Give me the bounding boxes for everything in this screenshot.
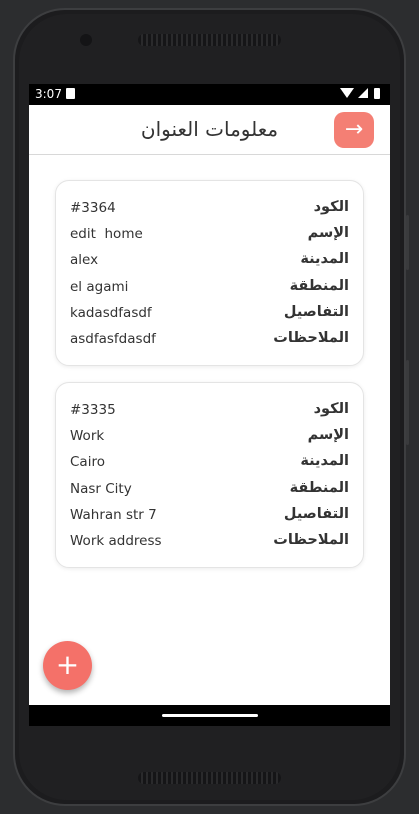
- address-card[interactable]: #3364 الكود edit home الإسم alex المدينة…: [55, 180, 364, 366]
- city-value: alex: [70, 252, 99, 268]
- name-value: Work: [70, 428, 105, 444]
- city-value: Cairo: [70, 454, 105, 470]
- notes-value: Work address: [70, 533, 162, 549]
- notes-label: الملاحظات: [273, 330, 349, 346]
- arrow-right-icon: →: [344, 117, 364, 142]
- top-speaker: [138, 34, 281, 46]
- city-row: Cairo المدينة: [56, 452, 363, 474]
- city-row: alex المدينة: [56, 250, 363, 272]
- plus-icon: +: [55, 648, 80, 681]
- screen: 3:07 معلومات العنوان → #3364 الكود edit …: [29, 84, 390, 726]
- wifi-icon: [340, 88, 354, 98]
- name-row: Work الإسم: [56, 426, 363, 448]
- city-label: المدينة: [300, 453, 349, 469]
- sd-card-icon: [66, 88, 75, 99]
- code-row: #3364 الكود: [56, 198, 363, 220]
- code-value: #3335: [70, 402, 116, 418]
- name-row: edit home الإسم: [56, 224, 363, 246]
- city-label: المدينة: [300, 251, 349, 267]
- back-button[interactable]: →: [334, 112, 374, 148]
- code-value: #3364: [70, 200, 116, 216]
- name-label: الإسم: [307, 225, 349, 241]
- area-label: المنطقة: [289, 480, 349, 496]
- details-label: التفاصيل: [283, 506, 349, 522]
- notes-value: asdfasfdasdf: [70, 331, 156, 347]
- home-gesture-handle[interactable]: [162, 714, 258, 717]
- details-value: Wahran str 7: [70, 507, 157, 523]
- front-camera: [80, 34, 92, 46]
- bottom-speaker: [138, 772, 281, 784]
- details-value: kadasdfasdf: [70, 305, 152, 321]
- volume-button: [406, 215, 409, 270]
- code-row: #3335 الكود: [56, 400, 363, 422]
- address-card[interactable]: #3335 الكود Work الإسم Cairo المدينة Nas…: [55, 382, 364, 568]
- status-bar: 3:07: [29, 84, 390, 105]
- name-label: الإسم: [307, 427, 349, 443]
- signal-icon: [358, 88, 368, 98]
- area-row: Nasr City المنطقة: [56, 479, 363, 501]
- battery-icon: [374, 88, 380, 99]
- notes-label: الملاحظات: [273, 532, 349, 548]
- name-value: edit home: [70, 226, 143, 242]
- area-row: el agami المنطقة: [56, 277, 363, 299]
- code-label: الكود: [313, 401, 349, 417]
- details-row: kadasdfasdf التفاصيل: [56, 303, 363, 325]
- power-button: [406, 360, 409, 445]
- details-row: Wahran str 7 التفاصيل: [56, 505, 363, 527]
- area-value: Nasr City: [70, 481, 132, 497]
- add-address-button[interactable]: +: [43, 641, 92, 690]
- status-time: 3:07: [35, 87, 62, 101]
- navigation-bar: [29, 705, 390, 726]
- area-value: el agami: [70, 279, 129, 295]
- code-label: الكود: [313, 199, 349, 215]
- area-label: المنطقة: [289, 278, 349, 294]
- details-label: التفاصيل: [283, 304, 349, 320]
- notes-row: Work address الملاحظات: [56, 531, 363, 553]
- app-bar: معلومات العنوان →: [29, 105, 390, 155]
- notes-row: asdfasfdasdf الملاحظات: [56, 329, 363, 351]
